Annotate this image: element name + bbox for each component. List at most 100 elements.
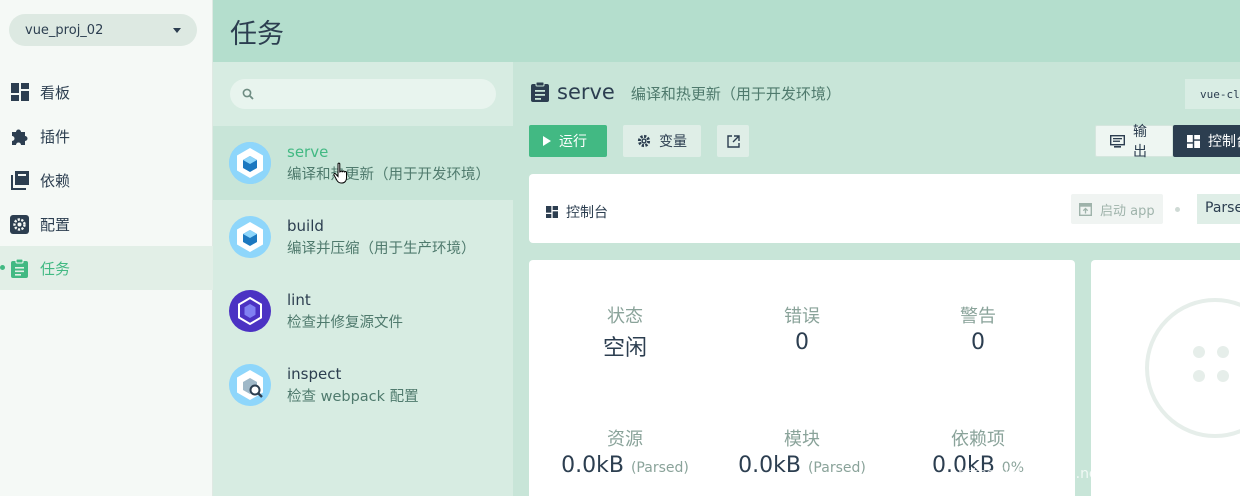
webpack-icon: [229, 142, 271, 184]
play-icon: [543, 136, 551, 146]
stat-label: 警告: [960, 306, 996, 327]
stat-label: 依赖项: [951, 429, 1005, 450]
search-icon: [242, 88, 254, 100]
task-name: serve: [287, 142, 329, 161]
stat-number: 0.0kB: [561, 453, 624, 478]
eslint-icon: [229, 290, 271, 332]
run-button-label: 运行: [559, 134, 587, 150]
task-search[interactable]: [230, 79, 496, 109]
project-select[interactable]: vue_proj_02: [9, 14, 197, 46]
variables-button[interactable]: 变量: [623, 125, 701, 157]
page-title: 任务: [230, 19, 284, 50]
dashboard-tab-label: 控制台: [1208, 134, 1240, 150]
task-detail: serve 编译和热更新（用于开发环境） vue-cli-service ser…: [513, 62, 1240, 496]
variables-button-label: 变量: [659, 134, 687, 150]
task-item-inspect[interactable]: inspect 检查 webpack 配置: [213, 348, 513, 422]
task-name: build: [287, 216, 324, 235]
stat-suffix: (Parsed): [630, 460, 689, 476]
library-icon: [10, 170, 29, 190]
start-app-button[interactable]: 启动 app: [1071, 194, 1163, 224]
start-app-label: 启动 app: [1100, 203, 1155, 219]
gauge-dot: [1217, 346, 1229, 358]
watermark: https://blog.csdn.net/weixin_42349568: [958, 466, 1232, 482]
dashboard-icon: [10, 83, 29, 102]
size-mode-select[interactable]: Parsed: [1197, 194, 1240, 224]
gear-icon: [637, 134, 651, 148]
gear-icon: [10, 214, 29, 234]
stat-value: 0: [971, 330, 985, 355]
webpack-inspect-icon: [229, 364, 271, 406]
dashboard-icon: [546, 206, 558, 218]
sidebar-item-configuration[interactable]: 配置: [0, 202, 213, 246]
sidebar-item-label: 看板: [40, 83, 71, 102]
open-in-new-icon: [726, 134, 740, 148]
task-title-description: 编译和热更新（用于开发环境）: [630, 85, 841, 103]
stat-value: 0: [795, 330, 809, 355]
task-item-lint[interactable]: lint 检查并修复源文件: [213, 274, 513, 348]
sidebar-item-plugins[interactable]: 插件: [0, 114, 213, 158]
search-input[interactable]: [262, 86, 482, 102]
sidebar-nav: 看板 插件 依赖 配置 任务: [0, 70, 213, 290]
task-description: 检查并修复源文件: [287, 314, 403, 331]
dashboard-toolbar: 控制台 启动 app Parsed: [529, 174, 1240, 243]
stat-warnings: 警告 0: [888, 302, 1068, 355]
empty-gauge: [1145, 298, 1240, 438]
sidebar-item-label: 任务: [40, 259, 71, 278]
task-item-serve[interactable]: serve 编译和热更新（用于开发环境）: [213, 126, 513, 200]
chevron-down-icon: [173, 27, 181, 33]
stat-assets: 资源 0.0kB (Parsed): [535, 425, 715, 478]
stat-label: 状态: [607, 306, 643, 327]
stat-label: 资源: [607, 429, 643, 450]
gauge-dot: [1193, 370, 1205, 382]
clipboard-icon: [531, 82, 549, 102]
hand-cursor-icon: [333, 162, 347, 184]
clipboard-icon: [10, 258, 29, 278]
top-header: 任务: [213, 0, 1240, 62]
sidebar-item-label: 依赖: [40, 171, 71, 190]
output-tab[interactable]: 输出: [1095, 124, 1173, 160]
task-description: 检查 webpack 配置: [287, 388, 419, 405]
stat-value: 0.0kB (Parsed): [535, 453, 715, 478]
speed-card: [1091, 260, 1240, 496]
output-tab-label: 输出: [1133, 124, 1147, 160]
task-list-pane: serve 编译和热更新（用于开发环境） build 编译并压缩（用于生产环境）…: [213, 62, 513, 496]
stat-suffix: (Parsed): [807, 460, 866, 476]
puzzle-icon: [10, 127, 29, 146]
sidebar: vue_proj_02 看板 插件 依赖 配置 任务: [0, 0, 213, 496]
sidebar-item-dependencies[interactable]: 依赖: [0, 158, 213, 202]
console-icon: [1110, 134, 1125, 148]
run-button[interactable]: 运行: [529, 125, 607, 157]
separator-dot: [1175, 207, 1180, 212]
sidebar-item-dashboard[interactable]: 看板: [0, 70, 213, 114]
stat-errors: 错误 0: [712, 302, 892, 355]
sidebar-item-label: 配置: [40, 215, 71, 234]
task-item-build[interactable]: build 编译并压缩（用于生产环境）: [213, 200, 513, 274]
open-app-icon: [1079, 202, 1092, 216]
stat-number: 0.0kB: [738, 453, 801, 478]
sidebar-item-label: 插件: [40, 127, 71, 146]
gauge-dot: [1217, 370, 1229, 382]
dashboard-tab[interactable]: 控制台: [1173, 125, 1240, 157]
task-title: serve 编译和热更新（用于开发环境）: [531, 80, 841, 104]
task-name: lint: [287, 290, 311, 309]
webpack-icon: [229, 216, 271, 258]
stat-value: 0.0kB (Parsed): [712, 453, 892, 478]
stat-label: 模块: [784, 429, 820, 450]
task-description: 编译和热更新（用于开发环境）: [287, 166, 490, 183]
stat-modules: 模块 0.0kB (Parsed): [712, 425, 892, 478]
project-name: vue_proj_02: [25, 22, 104, 38]
cli-command: vue-cli-service serve: [1185, 79, 1240, 109]
task-title-name: serve: [557, 80, 615, 104]
sidebar-item-tasks[interactable]: 任务: [0, 246, 213, 290]
stat-label: 错误: [784, 306, 820, 327]
stat-value: 空闲: [602, 336, 647, 361]
build-status-card: 状态 空闲 错误 0 警告 0 资源 0.0kB (Parsed) 模块 0.0…: [529, 260, 1075, 496]
gauge-dot: [1193, 346, 1205, 358]
open-external-button[interactable]: [717, 125, 749, 157]
dashboard-title-label: 控制台: [566, 205, 608, 221]
stat-status: 状态 空闲: [535, 302, 715, 362]
task-description: 编译并压缩（用于生产环境）: [287, 240, 476, 257]
dashboard-icon: [1187, 134, 1200, 148]
dashboard-title: 控制台: [546, 202, 608, 222]
task-name: inspect: [287, 364, 342, 383]
